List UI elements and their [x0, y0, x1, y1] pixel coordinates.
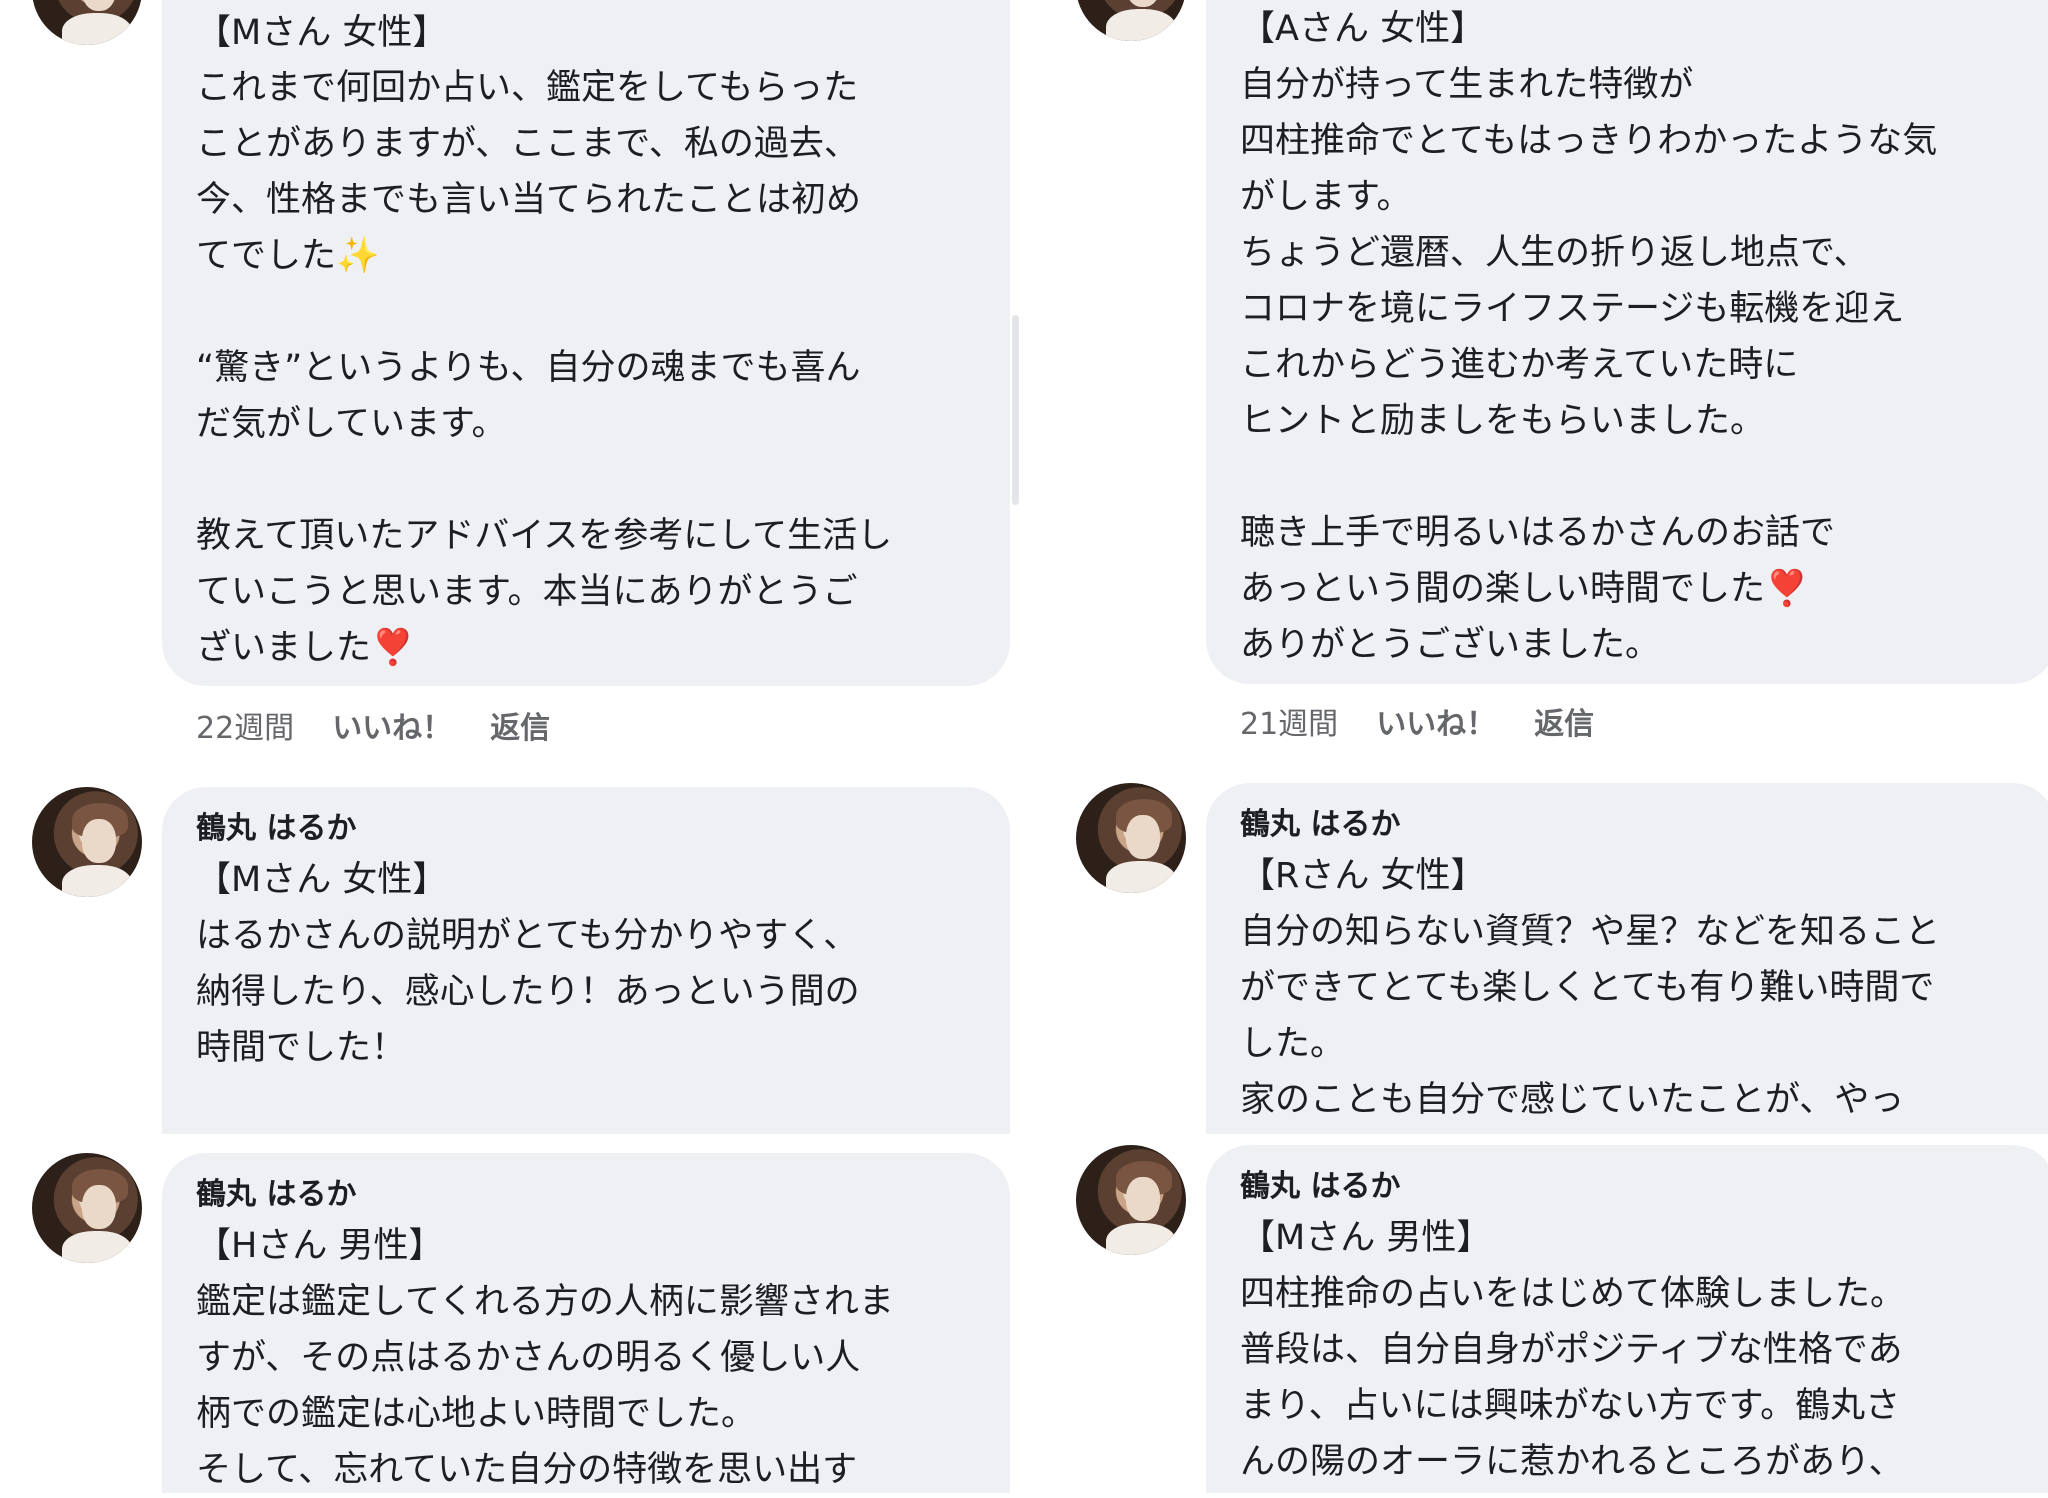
scrollbar[interactable] [1012, 315, 1019, 505]
reply-button[interactable]: 返信 [490, 711, 550, 746]
reply-button[interactable]: 返信 [1534, 707, 1594, 742]
comment-text-line: あっという間の楽しい時間でした❣️ [1240, 569, 1809, 609]
comment-timestamp[interactable]: 21週間 [1240, 707, 1338, 742]
comment-tag: 【Rさん 女性】 [1240, 856, 1486, 896]
comment-text-line: だ気がしています。 [196, 404, 507, 444]
comment-bubble: 鶴丸 はるか 【Hさん 男性】 鑑定は鑑定してくれる方の人柄に影響されま すが、… [162, 1153, 1010, 1493]
comment-text-line: 四柱推命の占いをはじめて体験しました。 [1240, 1274, 1906, 1314]
comment-text-line: 四柱推命でとてもはっきりわかったような気 [1240, 121, 1938, 161]
comment-bubble: 鶴丸 はるか 【Mさん 男性】 四柱推命の占いをはじめて体験しました。 普段は、… [1206, 1145, 2048, 1493]
comment-text-line: 今、性格までも言い当てられたことは初め [196, 180, 862, 220]
comment-text-line: 柄での鑑定は心地よい時間でした。 [196, 1394, 757, 1434]
comment-text-line: 時間でした！ [196, 1028, 407, 1068]
comment-text-line: ことがありますが、ここまで、私の過去、 [196, 124, 859, 164]
comment-tag: 【Hさん 男性】 [196, 1226, 444, 1266]
comment-text-line: ちょうど還暦、人生の折り返し地点で、 [1240, 233, 1869, 273]
comment-text-line: 聴き上手で明るいはるかさんのお話で [1240, 513, 1836, 553]
comment-text-line: ヒントと励ましをもらいました。 [1240, 401, 1766, 441]
comment-text-line: はるかさんの説明がとても分かりやすく、 [196, 916, 859, 956]
comment-text-line: 自分が持って生まれた特徴が [1240, 65, 1694, 105]
comment-text-line: そして、忘れていた自分の特徴を思い出す [196, 1450, 858, 1490]
comment-text-line: がします。 [1240, 177, 1412, 217]
comment-author[interactable]: 鶴丸 はるか [196, 809, 356, 849]
comment-text-line: “驚き”というよりも、自分の魂までも喜ん [196, 348, 861, 388]
avatar[interactable] [32, 1153, 142, 1263]
comment-actions: 21週間 いいね！ 返信 [1240, 699, 1632, 743]
comment-bubble: 鶴丸 はるか 【Rさん 女性】 自分の知らない資質？や星？などを知ること ができ… [1206, 783, 2048, 1134]
comment-text-line: 自分の知らない資質？や星？などを知ること [1240, 912, 1941, 952]
comment-text-line: 家のことも自分で感じていたことが、やっ [1240, 1080, 1905, 1120]
comment-tag: 【Aさん 女性】 [1240, 9, 1486, 49]
comment-text-line: ありがとうございました。 [1240, 625, 1661, 665]
comment-text-line: ができてとても楽しくとても有り難い時間で [1240, 968, 1935, 1008]
avatar[interactable] [32, 0, 142, 45]
comment-text-line: 鑑定は鑑定してくれる方の人柄に影響されま [196, 1282, 894, 1322]
comment-author[interactable]: 鶴丸 はるか [1240, 1167, 1400, 1207]
comment-bubble: 【Aさん 女性】 自分が持って生まれた特徴が 四柱推命でとてもはっきりわかったよ… [1206, 0, 2048, 684]
avatar[interactable] [1076, 783, 1186, 893]
comment-text-line: んの陽のオーラに惹かれるところがあり、 [1240, 1442, 1904, 1482]
comment-timestamp[interactable]: 22週間 [196, 711, 294, 746]
comment-text-line: これからどう進むか考えていた時に [1240, 345, 1799, 385]
comment-text-line: これまで何回か占い、鑑定をしてもらった [196, 68, 859, 108]
comment-bubble: 【Mさん 女性】 これまで何回か占い、鑑定をしてもらった ことがありますが、ここ… [162, 0, 1010, 686]
comment-text-line: 教えて頂いたアドバイスを参考にして生活し [196, 516, 893, 556]
avatar[interactable] [1076, 0, 1186, 41]
comment-text-line: まり、占いには興味がない方です。鶴丸さ [1240, 1386, 1901, 1426]
comment-text-line: コロナを境にライフステージも転機を迎え [1240, 289, 1905, 329]
like-button[interactable]: いいね！ [1376, 707, 1496, 742]
comment-text-line: ていこうと思います。本当にありがとうご [196, 572, 858, 612]
comment-text-line: ざいました❣️ [196, 628, 415, 668]
comment-author[interactable]: 鶴丸 はるか [196, 1175, 356, 1215]
comment-tag: 【Mさん 女性】 [196, 860, 448, 900]
comment-bubble: 鶴丸 はるか 【Mさん 女性】 はるかさんの説明がとても分かりやすく、 納得した… [162, 787, 1010, 1134]
comment-text-line: てでした✨ [196, 236, 380, 276]
like-button[interactable]: いいね！ [332, 711, 452, 746]
comment-text-line: 納得したり、感心したり！あっという間の [196, 972, 860, 1012]
comment-tag: 【Mさん 男性】 [1240, 1218, 1492, 1258]
comment-text-line: すが、その点はるかさんの明るく優しい人 [196, 1338, 861, 1378]
comment-actions: 22週間 いいね！ 返信 [196, 703, 588, 747]
avatar[interactable] [1076, 1145, 1186, 1255]
comment-author[interactable]: 鶴丸 はるか [1240, 805, 1400, 845]
comment-tag: 【Mさん 女性】 [196, 13, 448, 53]
avatar[interactable] [32, 787, 142, 897]
comment-text-line: 普段は、自分自身がポジティブな性格であ [1240, 1330, 1903, 1370]
comment-text-line: した。 [1240, 1024, 1346, 1064]
